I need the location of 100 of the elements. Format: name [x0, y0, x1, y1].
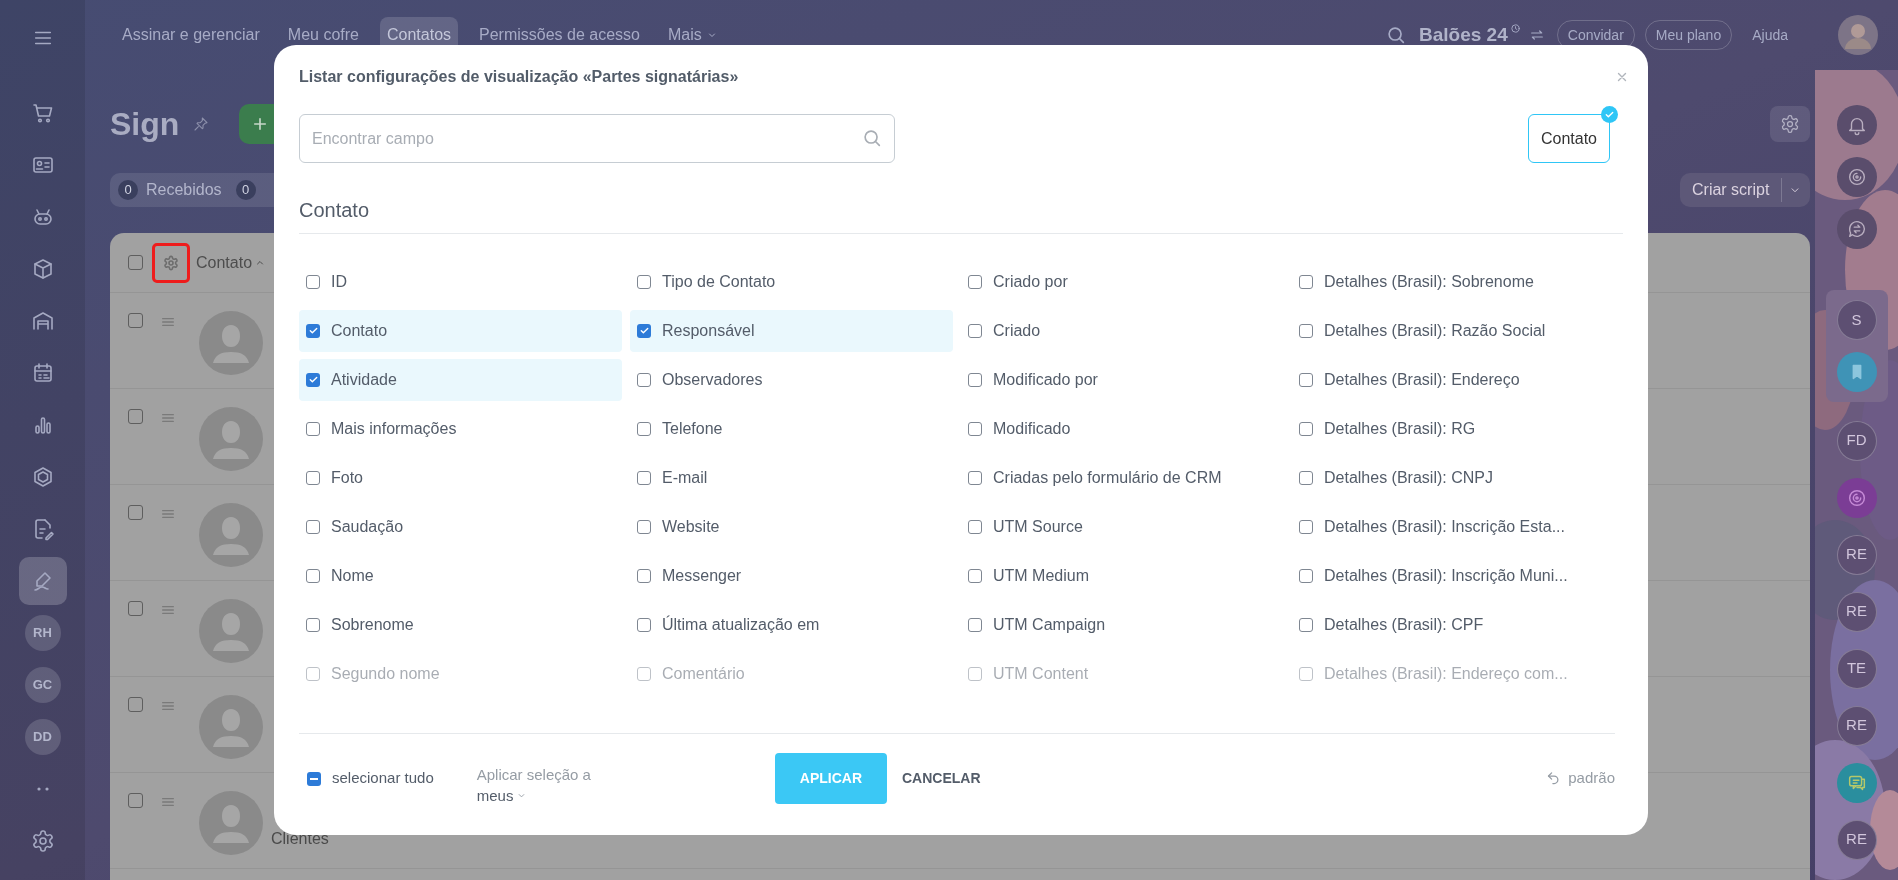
- field-option[interactable]: Modificado: [961, 407, 1284, 450]
- checkbox[interactable]: [306, 274, 320, 289]
- field-option[interactable]: Foto: [299, 456, 622, 499]
- cancel-button[interactable]: CANCELAR: [901, 753, 981, 804]
- swap-arrows-icon[interactable]: [1528, 27, 1545, 43]
- settings-icon: [1780, 114, 1800, 134]
- checkbox[interactable]: [1299, 323, 1313, 338]
- brand-name: Balões 24: [1419, 22, 1508, 47]
- checkbox[interactable]: [306, 519, 320, 534]
- settings-icon[interactable]: [163, 254, 179, 271]
- checkbox[interactable]: [128, 793, 143, 808]
- field-option[interactable]: Detalhes (Brasil): CNPJ: [1292, 456, 1615, 499]
- field-option[interactable]: E-mail: [630, 456, 953, 499]
- chat-avatar[interactable]: S: [1836, 300, 1877, 340]
- scope-dropdown[interactable]: meus: [476, 784, 591, 806]
- nav-tab[interactable]: Mais: [661, 17, 725, 53]
- field-option[interactable]: Detalhes (Brasil): CPF: [1292, 603, 1615, 646]
- field-option[interactable]: Tipo de Contato: [630, 260, 953, 303]
- field-option[interactable]: Telefone: [630, 407, 953, 450]
- field-option[interactable]: Detalhes (Brasil): Inscrição Muni...: [1292, 554, 1615, 597]
- checkbox[interactable]: [637, 568, 651, 583]
- avatar-placeholder: [199, 311, 263, 375]
- checkbox[interactable]: [637, 372, 651, 387]
- avatar-placeholder: [199, 599, 263, 663]
- checkbox[interactable]: [637, 323, 651, 338]
- field-option[interactable]: Detalhes (Brasil): Sobrenome: [1292, 260, 1615, 303]
- chat-avatar[interactable]: [1836, 352, 1877, 392]
- field-option[interactable]: Detalhes (Brasil): Inscrição Esta...: [1292, 505, 1615, 548]
- minus-icon: [310, 777, 318, 780]
- field-option[interactable]: Messenger: [630, 554, 953, 597]
- checkbox[interactable]: [637, 519, 651, 534]
- checkbox[interactable]: [1299, 372, 1313, 387]
- checkbox[interactable]: [968, 323, 982, 338]
- field-option[interactable]: Última atualização em: [630, 603, 953, 646]
- section-title: Contato: [299, 198, 371, 223]
- field-option[interactable]: Detalhes (Brasil): Razão Social: [1292, 309, 1615, 352]
- checkbox[interactable]: [128, 255, 143, 270]
- checkbox[interactable]: [306, 470, 320, 485]
- field-option[interactable]: Sobrenome: [299, 603, 622, 646]
- field-option[interactable]: UTM Campaign: [961, 603, 1284, 646]
- checkbox[interactable]: [637, 274, 651, 289]
- close-icon[interactable]: [1615, 70, 1629, 84]
- checkbox[interactable]: [1299, 274, 1313, 289]
- field-option[interactable]: Criado por: [961, 260, 1284, 303]
- field-option[interactable]: Nome: [299, 554, 622, 597]
- settings-icon[interactable]: [30, 829, 55, 853]
- avatar-placeholder: [199, 791, 263, 855]
- field-option[interactable]: UTM Medium: [961, 554, 1284, 597]
- checkbox[interactable]: [1299, 470, 1313, 485]
- checkbox[interactable]: [968, 617, 982, 632]
- checkbox[interactable]: [637, 421, 651, 436]
- checkbox[interactable]: [306, 568, 320, 583]
- checkbox[interactable]: [307, 771, 321, 786]
- field-option[interactable]: ID: [299, 260, 622, 303]
- field-option[interactable]: Contato: [299, 309, 622, 352]
- select-all-checkbox[interactable]: selecionar tudo: [307, 767, 434, 790]
- field-option[interactable]: Atividade: [299, 358, 622, 401]
- checkbox[interactable]: [968, 519, 982, 534]
- avatar-placeholder: [199, 503, 263, 567]
- checkbox[interactable]: [306, 421, 320, 436]
- nav-tab[interactable]: Assinar e gerenciar: [115, 17, 267, 53]
- checkbox[interactable]: [306, 617, 320, 632]
- checkbox[interactable]: [968, 421, 982, 436]
- split-button[interactable]: Criar script: [1680, 173, 1810, 207]
- checkbox[interactable]: [968, 470, 982, 485]
- settings-button[interactable]: [1770, 106, 1810, 142]
- checkbox[interactable]: [1299, 421, 1313, 436]
- field-option[interactable]: Detalhes (Brasil): RG: [1292, 407, 1615, 450]
- field-option[interactable]: Website: [630, 505, 953, 548]
- field-option[interactable]: Criadas pelo formulário de CRM: [961, 456, 1284, 499]
- checkbox[interactable]: [968, 568, 982, 583]
- checkbox[interactable]: [306, 323, 320, 338]
- checkbox[interactable]: [306, 372, 320, 387]
- field-option[interactable]: UTM Source: [961, 505, 1284, 548]
- check-icon: [638, 325, 650, 336]
- field-option[interactable]: Criado: [961, 309, 1284, 352]
- checkbox[interactable]: [1299, 568, 1313, 583]
- header-button[interactable]: Ajuda: [1742, 20, 1798, 50]
- checkbox[interactable]: [968, 274, 982, 289]
- checkbox[interactable]: [128, 697, 143, 712]
- pin-icon[interactable]: [193, 116, 210, 132]
- field-option[interactable]: Responsável: [630, 309, 953, 352]
- cart-icon[interactable]: [30, 101, 55, 125]
- field-option[interactable]: Observadores: [630, 358, 953, 401]
- checkbox[interactable]: [637, 617, 651, 632]
- field-option[interactable]: Detalhes (Brasil): Endereço: [1292, 358, 1615, 401]
- user-avatar[interactable]: [1838, 15, 1878, 55]
- checkbox[interactable]: [128, 409, 143, 424]
- search-field[interactable]: Encontrar campo: [299, 114, 895, 163]
- field-option[interactable]: Modificado por: [961, 358, 1284, 401]
- checkbox[interactable]: [1299, 519, 1313, 534]
- checkbox[interactable]: [128, 505, 143, 520]
- field-option[interactable]: Mais informações: [299, 407, 622, 450]
- field-option[interactable]: Saudação: [299, 505, 622, 548]
- checkbox[interactable]: [1299, 617, 1313, 632]
- warehouse-icon[interactable]: [30, 309, 55, 333]
- checkbox[interactable]: [128, 601, 143, 616]
- checkbox[interactable]: [968, 372, 982, 387]
- checkbox[interactable]: [637, 470, 651, 485]
- checkbox[interactable]: [128, 313, 143, 328]
